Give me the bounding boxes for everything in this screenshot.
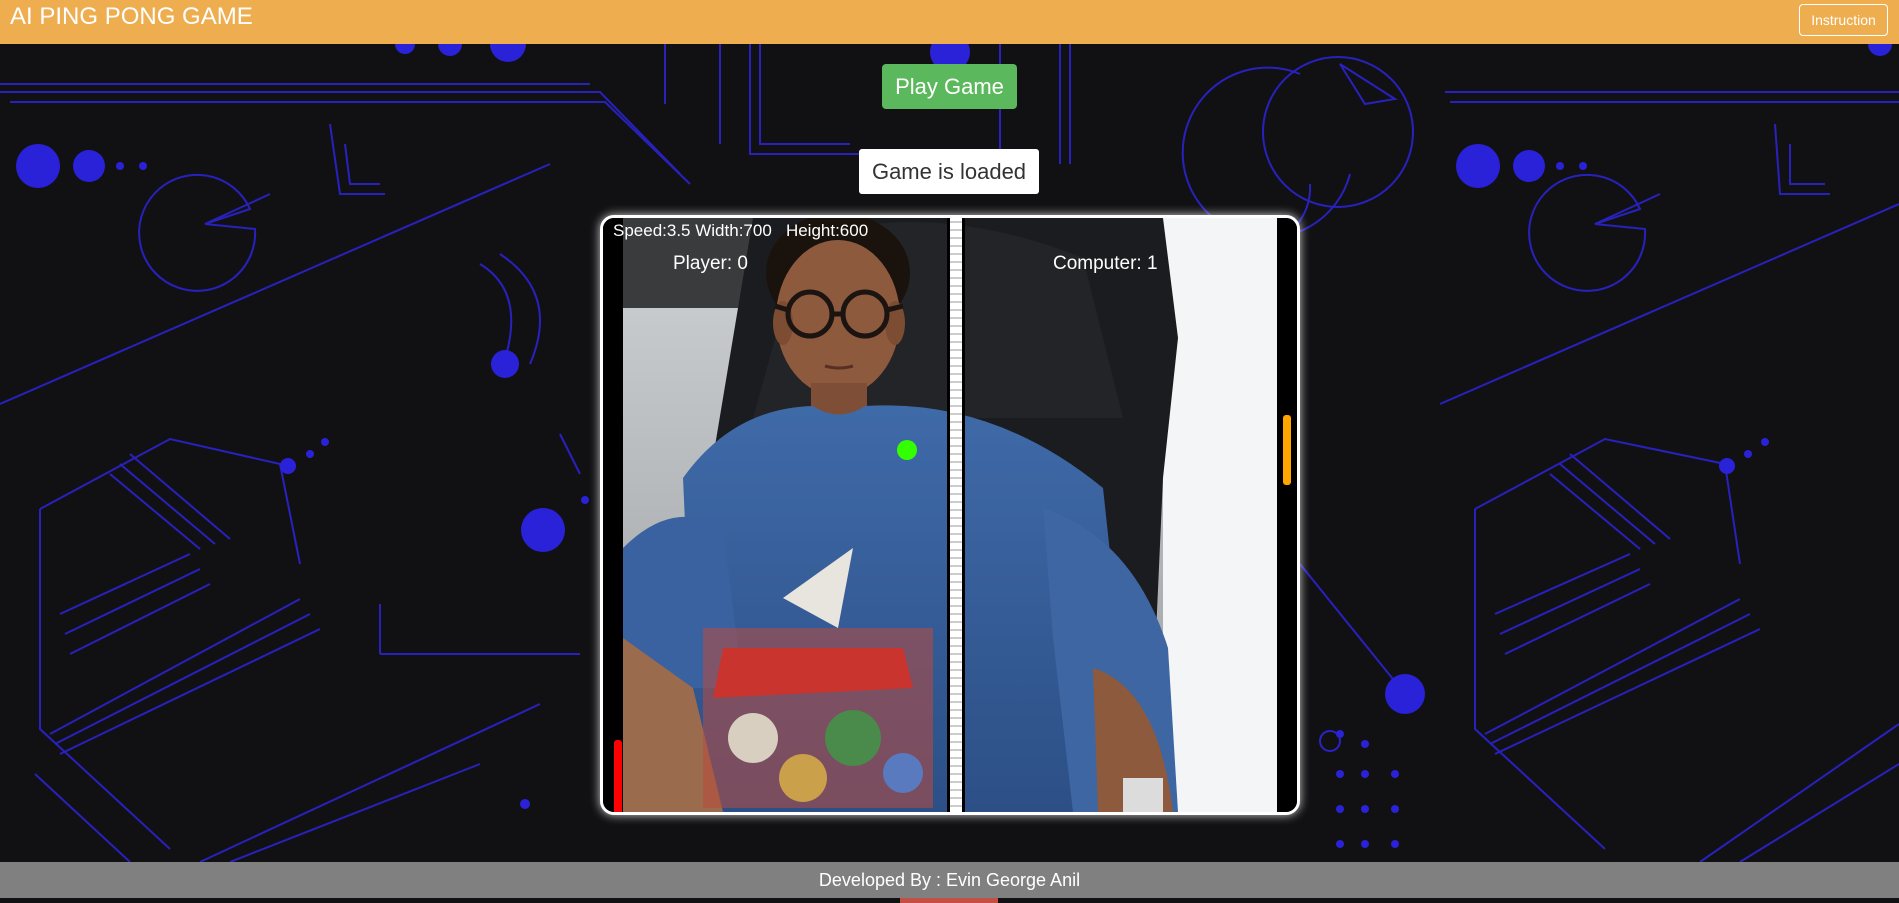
game-status-box: Game is loaded bbox=[859, 149, 1039, 194]
app-title: AI PING PONG GAME bbox=[10, 3, 253, 30]
player-paddle bbox=[614, 740, 622, 812]
top-navbar: AI PING PONG GAME Instruction bbox=[0, 0, 1899, 44]
game-stats-readout: Speed:3.5 Width:700 Height:600 bbox=[613, 221, 869, 240]
computer-paddle bbox=[1283, 415, 1291, 485]
game-canvas[interactable]: Speed:3.5 Width:700 Height:600 Player: 0… bbox=[600, 215, 1300, 815]
footer: Developed By : Evin George Anil bbox=[0, 862, 1899, 898]
computer-score: Computer: 1 bbox=[1053, 253, 1158, 274]
player-score: Player: 0 bbox=[673, 253, 748, 274]
play-game-button[interactable]: Play Game bbox=[882, 64, 1017, 109]
instruction-button[interactable]: Instruction bbox=[1799, 4, 1888, 36]
webcam-feed bbox=[603, 218, 1297, 812]
developer-credit: Developed By : Evin George Anil bbox=[818, 869, 1081, 890]
game-ball bbox=[897, 440, 917, 460]
